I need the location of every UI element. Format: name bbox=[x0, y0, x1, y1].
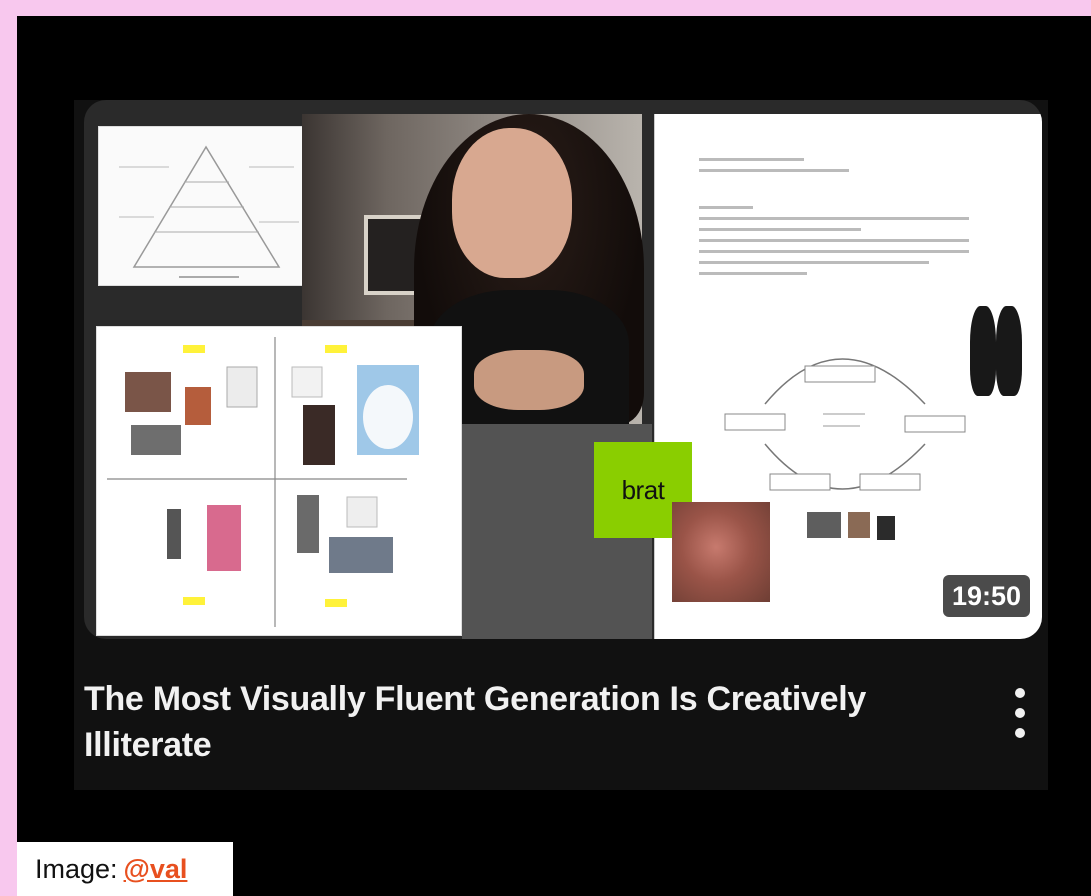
pyramid-diagram-image bbox=[98, 126, 313, 286]
screen: brat 19:50 The Most Visually Fluent Gene… bbox=[17, 16, 1091, 896]
lips-photo bbox=[672, 502, 770, 602]
quadrant-moodboard-image bbox=[96, 326, 462, 636]
shoe-left bbox=[970, 306, 996, 396]
credit-label: Image: bbox=[35, 853, 118, 884]
more-vert-icon[interactable] bbox=[1010, 688, 1030, 738]
presenter-hands bbox=[474, 350, 584, 410]
duration-badge: 19:50 bbox=[942, 575, 1030, 617]
presenter-face bbox=[452, 128, 572, 278]
image-credit: Image: @val bbox=[17, 842, 233, 896]
menu-dot bbox=[1015, 688, 1025, 698]
video-title[interactable]: The Most Visually Fluent Generation Is C… bbox=[84, 676, 944, 768]
video-card[interactable]: brat 19:50 The Most Visually Fluent Gene… bbox=[74, 100, 1048, 790]
video-thumbnail[interactable]: brat 19:50 bbox=[84, 100, 1042, 639]
menu-dot bbox=[1015, 728, 1025, 738]
menu-dot bbox=[1015, 708, 1025, 718]
black-shoes-image bbox=[962, 300, 1030, 404]
shoe-right bbox=[996, 306, 1022, 396]
credit-handle-link[interactable]: @val bbox=[124, 854, 188, 885]
